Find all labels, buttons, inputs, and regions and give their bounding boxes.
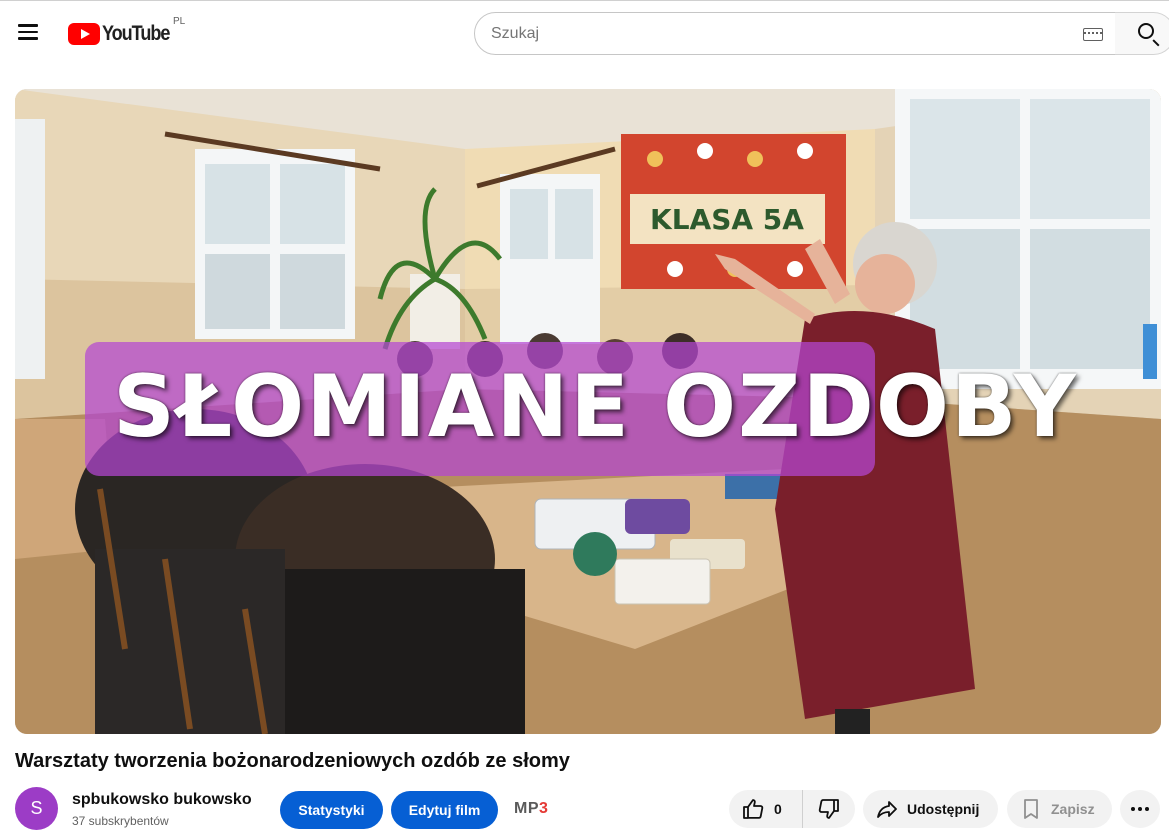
share-label: Udostępnij [907,801,980,817]
youtube-logo[interactable]: YouTube PL [68,16,185,47]
edit-video-button[interactable]: Edytuj film [391,791,498,829]
subscriber-count: 37 subskrybentów [72,814,169,828]
more-dot-icon [1138,807,1142,811]
like-button[interactable]: 0 [729,790,803,828]
more-actions-button[interactable] [1120,790,1160,828]
video-title: Warsztaty tworzenia bożonarodzeniowych o… [15,750,570,772]
mp3-button[interactable]: MP3 [514,800,548,818]
like-dislike-group: 0 [729,790,855,828]
top-bar: YouTube PL [0,0,1169,66]
share-arrow-icon [877,801,897,818]
search-icon [1138,23,1154,39]
save-button[interactable]: Zapisz [1007,790,1112,828]
channel-name[interactable]: spbukowsko bukowsko [72,791,252,809]
keyboard-icon[interactable] [1083,28,1103,41]
thumbnail-overlay-text: SŁOMIANE OZDOBY [113,357,1079,457]
dislike-button[interactable] [803,790,855,828]
search-button[interactable] [1115,12,1169,55]
country-code: PL [173,16,186,27]
like-count: 0 [774,801,782,817]
bookmark-icon [1024,799,1038,819]
mp3-suffix: 3 [539,800,549,817]
save-label: Zapisz [1051,801,1095,817]
logo-text: YouTube [102,22,170,45]
thumbs-up-icon [743,799,764,819]
search-box [474,12,1116,55]
mp3-label: MP [514,800,539,817]
stats-button[interactable]: Statystyki [280,791,383,829]
share-button[interactable]: Udostępnij [863,790,998,828]
more-dot-icon [1131,807,1135,811]
thumbs-down-icon [818,799,839,819]
video-player[interactable]: KLASA 5A SŁOMIANE OZDOBY [15,89,1161,734]
youtube-play-icon [68,23,100,45]
board-text: KLASA 5A [650,203,804,236]
search-input[interactable] [491,13,1071,54]
more-dot-icon [1145,807,1149,811]
channel-avatar[interactable]: S [15,787,58,830]
menu-icon[interactable] [16,21,40,45]
